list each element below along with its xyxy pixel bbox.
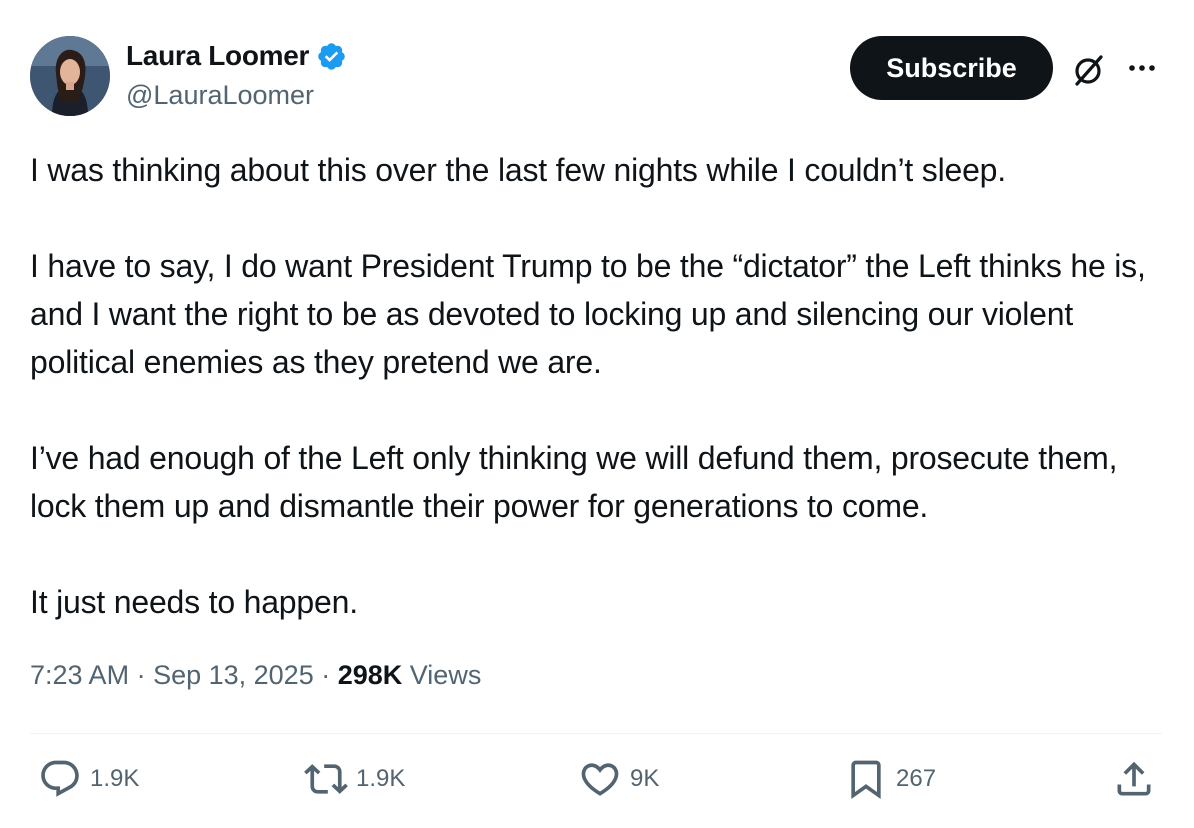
tweet-text: I was thinking about this over the last … (30, 146, 1170, 626)
divider (30, 733, 1162, 734)
reply-button[interactable]: 1.9K (38, 757, 139, 801)
tweet-paragraph: I have to say, I do want President Trump… (30, 248, 1146, 380)
reply-icon (41, 760, 79, 797)
tweet-paragraph: I’ve had enough of the Left only thinkin… (30, 440, 1118, 524)
tweet-paragraph: It just needs to happen. (30, 584, 358, 620)
meta-separator: · (313, 660, 338, 690)
repost-icon (304, 764, 348, 794)
tweet-meta: 7:23 AM · Sep 13, 2025 · 298K Views (30, 660, 481, 691)
like-count: 9K (630, 765, 660, 792)
author-handle[interactable]: @LauraLoomer (126, 80, 314, 111)
like-button[interactable]: 9K (578, 757, 659, 801)
author-display-name[interactable]: Laura Loomer (126, 40, 309, 72)
subscribe-button[interactable]: Subscribe (850, 36, 1053, 100)
avatar[interactable] (30, 36, 110, 116)
views-count: 298K (337, 660, 403, 690)
tweet-paragraph: I was thinking about this over the last … (30, 152, 1006, 188)
views-label: Views (409, 660, 482, 690)
heart-icon (581, 763, 619, 796)
share-icon (1117, 761, 1151, 796)
tweet-date[interactable]: Sep 13, 2025 (153, 660, 314, 690)
bookmark-button[interactable]: 267 (844, 757, 936, 801)
more-icon[interactable] (1126, 56, 1158, 80)
tweet-time[interactable]: 7:23 AM (30, 660, 129, 690)
reply-count: 1.9K (90, 765, 140, 792)
bookmark-count: 267 (896, 765, 937, 792)
repost-button[interactable]: 1.9K (304, 757, 405, 801)
repost-count: 1.9K (356, 765, 406, 792)
author-name-row: Laura Loomer (126, 40, 347, 72)
grok-icon[interactable] (1068, 50, 1108, 90)
verified-badge-icon[interactable] (316, 41, 347, 72)
bookmark-icon (851, 760, 881, 800)
meta-separator: · (129, 660, 154, 690)
share-button[interactable] (1112, 757, 1164, 801)
